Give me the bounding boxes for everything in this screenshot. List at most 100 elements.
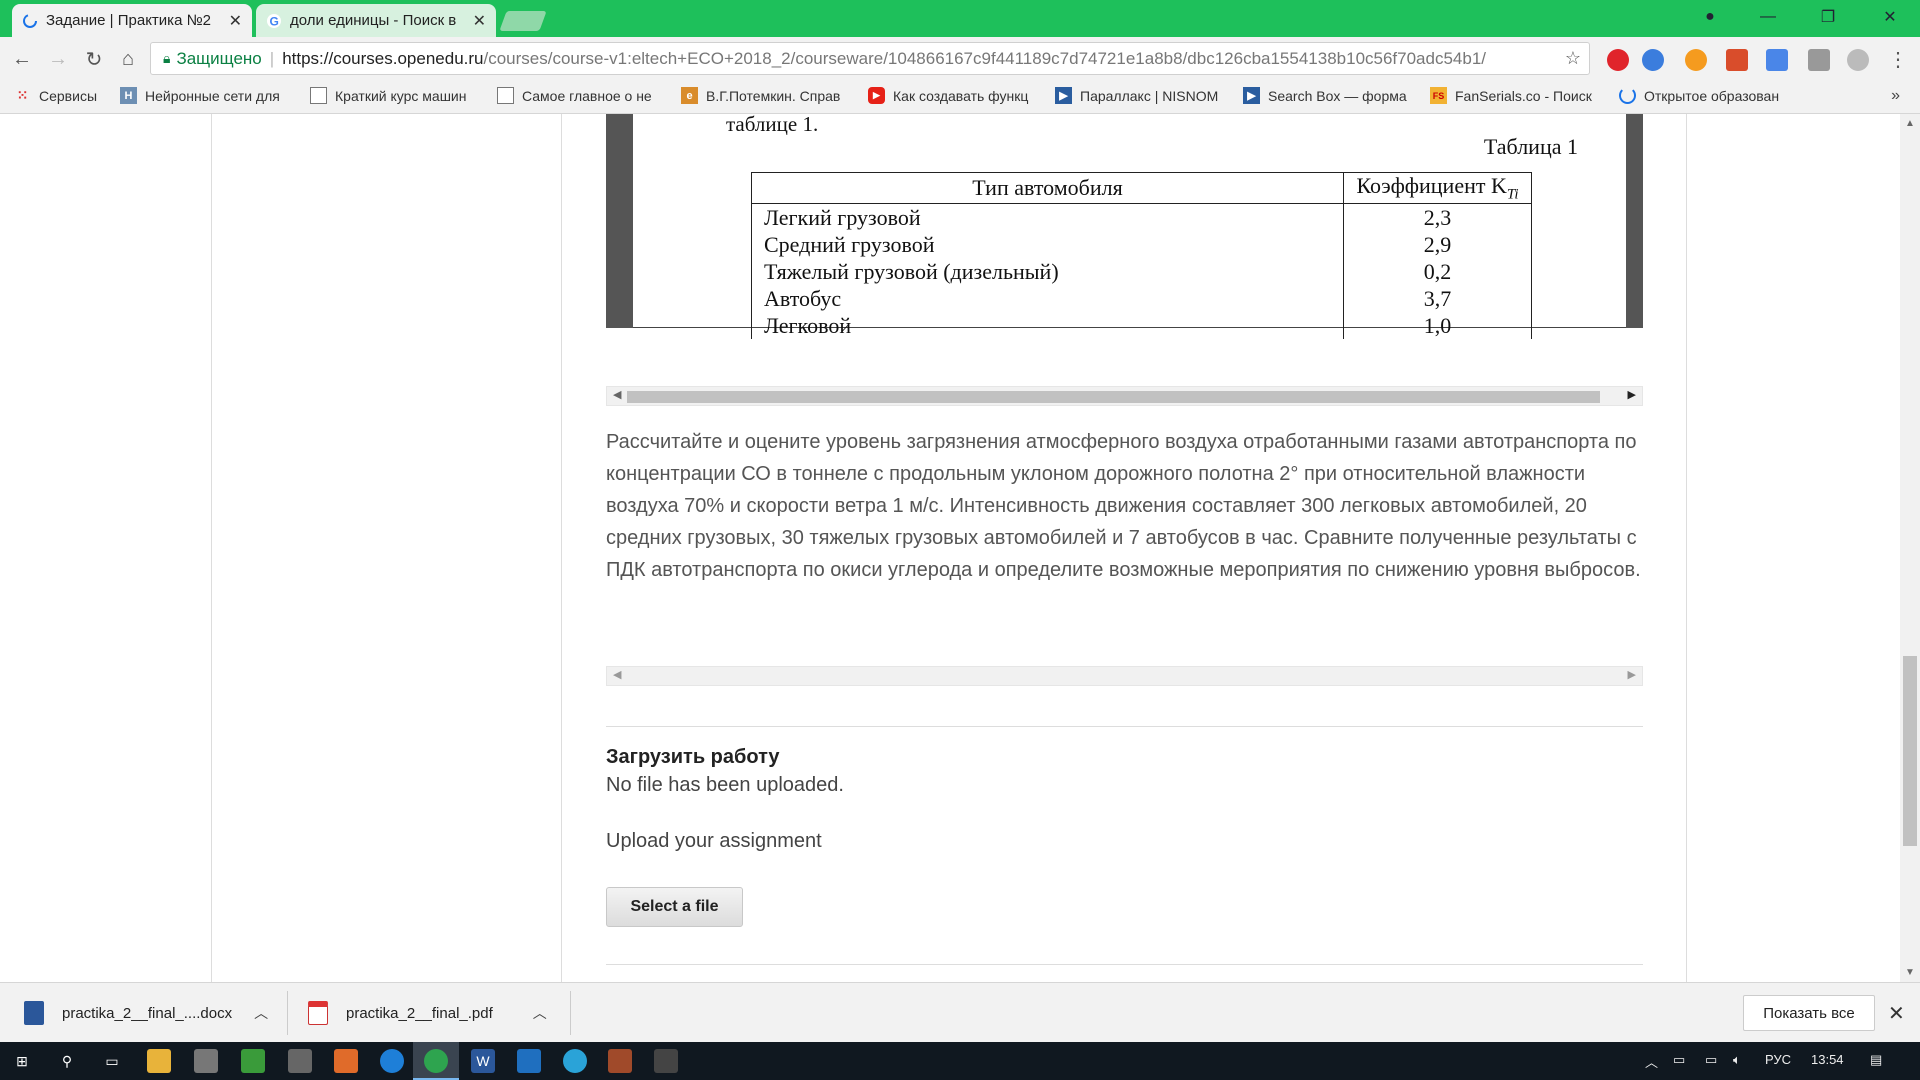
select-file-button[interactable]: Select a file (606, 887, 743, 927)
home-icon[interactable]: ⌂ (114, 45, 142, 73)
new-tab-button[interactable] (499, 11, 547, 31)
bookmark-item[interactable]: ▶ Search Box — форма (1243, 87, 1407, 104)
language-indicator[interactable]: РУС (1765, 1052, 1791, 1067)
app-icon[interactable] (517, 1049, 541, 1073)
tab-strip: Задание | Практика №2 ✕ G доли единицы -… (0, 0, 1920, 37)
bookmark-label: Краткий курс машин (335, 87, 467, 104)
image-horizontal-scrollbar[interactable]: ◀ ▶ (606, 386, 1643, 406)
back-icon[interactable]: ← (8, 45, 36, 73)
telegram-icon[interactable] (563, 1049, 587, 1073)
tab-assignment[interactable]: Задание | Практика №2 ✕ (12, 4, 252, 37)
game-icon[interactable] (608, 1049, 632, 1073)
translate-extension-icon[interactable] (1766, 49, 1788, 71)
green-app-icon[interactable] (241, 1049, 265, 1073)
word-icon[interactable]: W (471, 1049, 495, 1073)
bookmark-item[interactable]: FS FanSerials.co - Поиск (1430, 87, 1592, 104)
scroll-up-icon[interactable]: ▲ (1905, 118, 1915, 129)
network-icon[interactable]: ▭ (1705, 1052, 1717, 1068)
chevron-up-icon[interactable]: ︿ (533, 1003, 547, 1023)
youtube-icon: ▶ (868, 87, 885, 104)
bookmark-star-icon[interactable]: ☆ (1565, 48, 1581, 69)
flag-icon: ▶ (1243, 87, 1260, 104)
apps-grid-icon: ⁙ (16, 87, 29, 103)
profile-icon[interactable]: ● (1682, 0, 1738, 34)
windows-start-icon[interactable]: ⊞ (10, 1049, 34, 1073)
scroll-left-icon[interactable]: ◀ (613, 668, 621, 681)
table-row: Автобус 3,7 (751, 285, 1532, 313)
file-explorer-icon[interactable] (147, 1049, 171, 1073)
reload-icon[interactable]: ↻ (80, 45, 108, 73)
sync-extension-icon[interactable] (1642, 49, 1664, 71)
bookmark-item[interactable]: e В.Г.Потемкин. Справ (681, 87, 840, 104)
paint-icon[interactable] (288, 1049, 312, 1073)
right-border (1686, 114, 1687, 982)
bookmark-label: Search Box — форма (1268, 87, 1407, 104)
scroll-right-icon[interactable]: ▶ (1628, 668, 1636, 681)
page-icon (310, 87, 327, 104)
notifications-icon[interactable]: ▤ (1870, 1052, 1882, 1068)
scroll-down-icon[interactable]: ▼ (1905, 967, 1915, 978)
bookmark-item[interactable]: ▶ Как создавать функц (868, 87, 1028, 104)
chrome-icon[interactable] (424, 1049, 448, 1073)
coefficient-table: Тип автомобиля Коэффициент KTi Легкий гр… (751, 171, 1532, 340)
restore-icon[interactable]: ❐ (1800, 0, 1856, 34)
page-content: таблице 1. Таблица 1 Тип автомобиля Коэф… (0, 114, 1920, 982)
tab-close-icon[interactable]: ✕ (473, 11, 486, 31)
volume-icon[interactable]: 🔈︎ (1733, 1052, 1741, 1068)
download-item[interactable]: practika_2__final_....docx ︿ (24, 983, 268, 1043)
flag-icon: ▶ (1055, 87, 1072, 104)
close-window-icon[interactable]: ✕ (1862, 0, 1918, 34)
menu-icon[interactable]: ⋮ (1884, 45, 1912, 73)
fs-icon: FS (1430, 87, 1447, 104)
battery-icon[interactable]: ▭ (1673, 1052, 1685, 1068)
bookmark-item[interactable]: Открытое образован (1619, 87, 1779, 104)
more-bookmarks-icon[interactable]: » (1891, 87, 1900, 105)
minimize-icon[interactable]: — (1740, 0, 1796, 34)
task-horizontal-scrollbar[interactable]: ◀ ▶ (606, 666, 1643, 686)
bookmark-services[interactable]: ⁙ Сервисы (14, 87, 97, 104)
bookmark-item[interactable]: ▶ Параллакс | NISNOM (1055, 87, 1218, 104)
chevron-up-icon[interactable]: ︿ (254, 1003, 268, 1023)
settings-extension-icon[interactable] (1847, 49, 1869, 71)
colorful-app-icon[interactable] (334, 1049, 358, 1073)
download-label: practika_2__final_....docx (62, 1004, 233, 1022)
tab-search[interactable]: G доли единицы - Поиск в ✕ (256, 4, 496, 37)
table-header-coef: Коэффициент KTi (1343, 171, 1532, 205)
windows-taskbar: ⊞ ⚲ ▭ W ︿ ▭ ▭ 🔈︎ РУС 13:54 ▤ (0, 1042, 1920, 1080)
search-icon[interactable]: ⚲ (55, 1049, 79, 1073)
calculator-icon[interactable] (654, 1049, 678, 1073)
opera-extension-icon[interactable] (1607, 49, 1629, 71)
task-view-icon[interactable]: ▭ (100, 1049, 124, 1073)
address-bar[interactable]: 🔒︎ Защищено | https://courses.openedu.ru… (150, 42, 1590, 75)
off-extension-icon[interactable] (1808, 49, 1830, 71)
tab-close-icon[interactable]: ✕ (229, 11, 242, 31)
store-icon[interactable] (194, 1049, 218, 1073)
coefficient-value: 2,9 (1343, 231, 1532, 259)
orange-extension-icon[interactable] (1685, 49, 1707, 71)
blue-app-icon[interactable] (380, 1049, 404, 1073)
table-row: Легкий грузовой 2,3 (751, 203, 1532, 232)
header-coef-label: Коэффициент K (1356, 173, 1507, 198)
scrollbar-thumb[interactable] (1903, 656, 1917, 846)
bookmark-item[interactable]: Самое главное о не (497, 87, 652, 104)
svg-text:G: G (270, 14, 279, 28)
vehicle-type: Тяжелый грузовой (дизельный) (751, 258, 1344, 286)
close-shelf-icon[interactable]: ✕ (1888, 1001, 1905, 1026)
clock[interactable]: 13:54 (1811, 1052, 1844, 1067)
download-label: practika_2__final_.pdf (346, 1004, 493, 1022)
scroll-left-icon[interactable]: ◀ (613, 388, 621, 401)
separator (287, 991, 288, 1035)
download-item[interactable]: practika_2__final_.pdf ︿ (308, 983, 547, 1043)
forward-icon[interactable]: → (44, 45, 72, 73)
show-all-button[interactable]: Показать все (1743, 995, 1875, 1031)
download-shelf: practika_2__final_....docx ︿ practika_2_… (0, 982, 1920, 1042)
scrollbar-thumb[interactable] (627, 391, 1600, 403)
bookmark-item[interactable]: Краткий курс машин (310, 87, 466, 104)
table-header-type: Тип автомобиля (751, 171, 1344, 205)
office-extension-icon[interactable] (1726, 49, 1748, 71)
tray-chevron-icon[interactable]: ︿ (1645, 1052, 1658, 1071)
loading-icon (1619, 87, 1636, 104)
page-vertical-scrollbar[interactable]: ▲ ▼ (1900, 114, 1920, 982)
scroll-right-icon[interactable]: ▶ (1628, 388, 1636, 401)
bookmark-item[interactable]: H Нейронные сети для (120, 87, 280, 104)
